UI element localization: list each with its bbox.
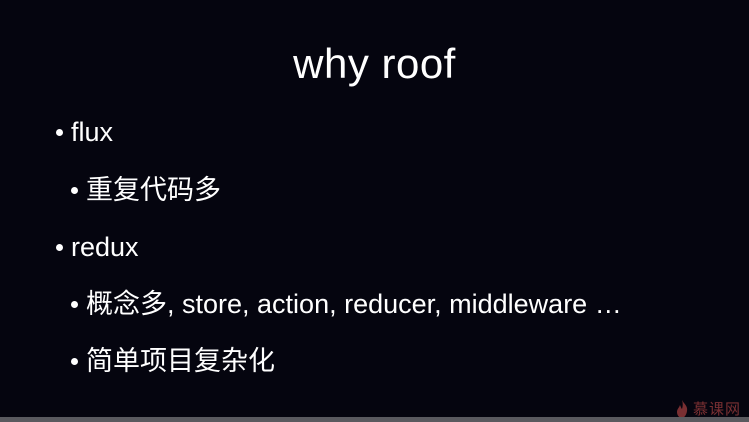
bullet-dot-icon [71, 357, 78, 365]
sub-bullet-item-complicates-simple: 简单项目复杂化 [71, 345, 275, 377]
presentation-slide: why roof flux 重复代码多 redux 概念多, store, ac… [0, 0, 749, 422]
slide-title: why roof [293, 40, 456, 87]
bullet-item-flux: flux [56, 116, 113, 148]
bullet-item-redux: redux [56, 231, 139, 263]
watermark-text: 慕课网 [692, 400, 741, 418]
bullet-dot-icon [56, 128, 63, 136]
bullet-text: 简单项目复杂化 [86, 346, 275, 376]
bullet-dot-icon [71, 186, 78, 194]
bullet-dot-icon [71, 300, 78, 308]
watermark: 慕课网 [674, 398, 741, 419]
sub-bullet-item-many-concepts: 概念多, store, action, reducer, middleware … [71, 288, 622, 320]
bullet-text: flux [71, 117, 114, 147]
flame-logo-icon [676, 399, 688, 418]
bullet-dot-icon [56, 243, 63, 251]
bullet-text: 重复代码多 [86, 175, 221, 205]
sub-bullet-item-repeated-code: 重复代码多 [71, 174, 221, 206]
bullet-text: redux [71, 232, 139, 262]
bottom-progress-bar [0, 417, 749, 422]
bullet-text: 概念多, store, action, reducer, middleware … [86, 289, 622, 319]
